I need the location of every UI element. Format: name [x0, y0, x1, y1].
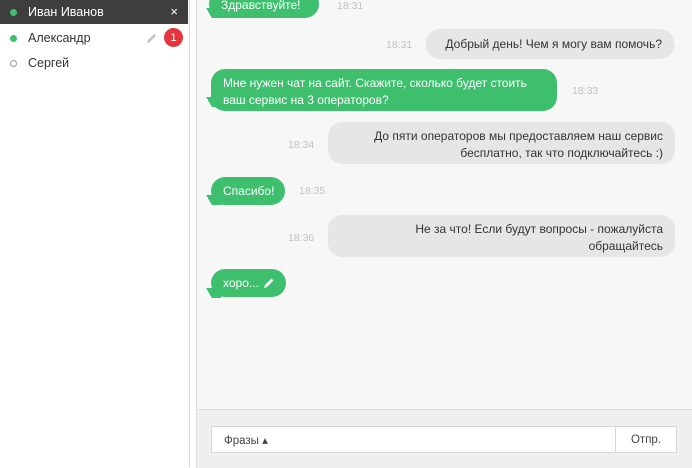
message-bubble-outgoing: Спасибо!: [211, 177, 285, 205]
typing-bubble: хоро...: [211, 269, 286, 297]
typing-preview-text: хоро...: [223, 276, 259, 290]
chat-messages-area: Здравствуйте! 18:31 18:31 Добрый день! Ч…: [196, 0, 692, 409]
pencil-icon: [264, 278, 274, 288]
online-status-icon: [10, 8, 17, 16]
message-time: 18:31: [386, 39, 413, 51]
typing-pencil-icon: [146, 33, 157, 44]
send-button[interactable]: Отпр.: [615, 426, 677, 453]
close-icon[interactable]: ×: [170, 4, 178, 20]
message-time: 18:35: [299, 185, 326, 197]
message-bubble-outgoing: Мне нужен чат на сайт. Скажите, сколько …: [211, 69, 557, 111]
offline-status-icon: [10, 59, 17, 67]
contact-name: Сергей: [28, 56, 70, 70]
message-time: 18:31: [337, 0, 364, 12]
online-status-icon: [10, 34, 17, 42]
contact-name: Александр: [28, 31, 91, 45]
contact-name: Иван Иванов: [28, 5, 104, 19]
contact-ivan-ivanov[interactable]: Иван Иванов ×: [0, 0, 188, 24]
contact-sergey[interactable]: Сергей: [0, 51, 188, 75]
message-bubble-incoming: Добрый день! Чем я могу вам помочь?: [426, 29, 674, 59]
message-composer: Фразы ▴ Отпр.: [196, 409, 692, 468]
unread-badge: 1: [164, 28, 183, 47]
message-bubble-outgoing: Здравствуйте!: [209, 0, 319, 18]
phrases-dropdown[interactable]: Фразы ▴: [224, 433, 268, 447]
message-bubble-incoming: Не за что! Если будут вопросы - пожалуйс…: [328, 215, 675, 257]
message-input[interactable]: Фразы ▴: [211, 426, 616, 453]
message-time: 18:36: [288, 232, 315, 244]
message-time: 18:34: [288, 139, 315, 151]
message-time: 18:33: [572, 85, 599, 97]
contacts-sidebar: Иван Иванов × Александр 1 Сергей: [0, 0, 190, 467]
message-bubble-incoming: До пяти операторов мы предоставляем наш …: [328, 122, 675, 164]
contact-aleksandr[interactable]: Александр 1: [0, 26, 188, 50]
